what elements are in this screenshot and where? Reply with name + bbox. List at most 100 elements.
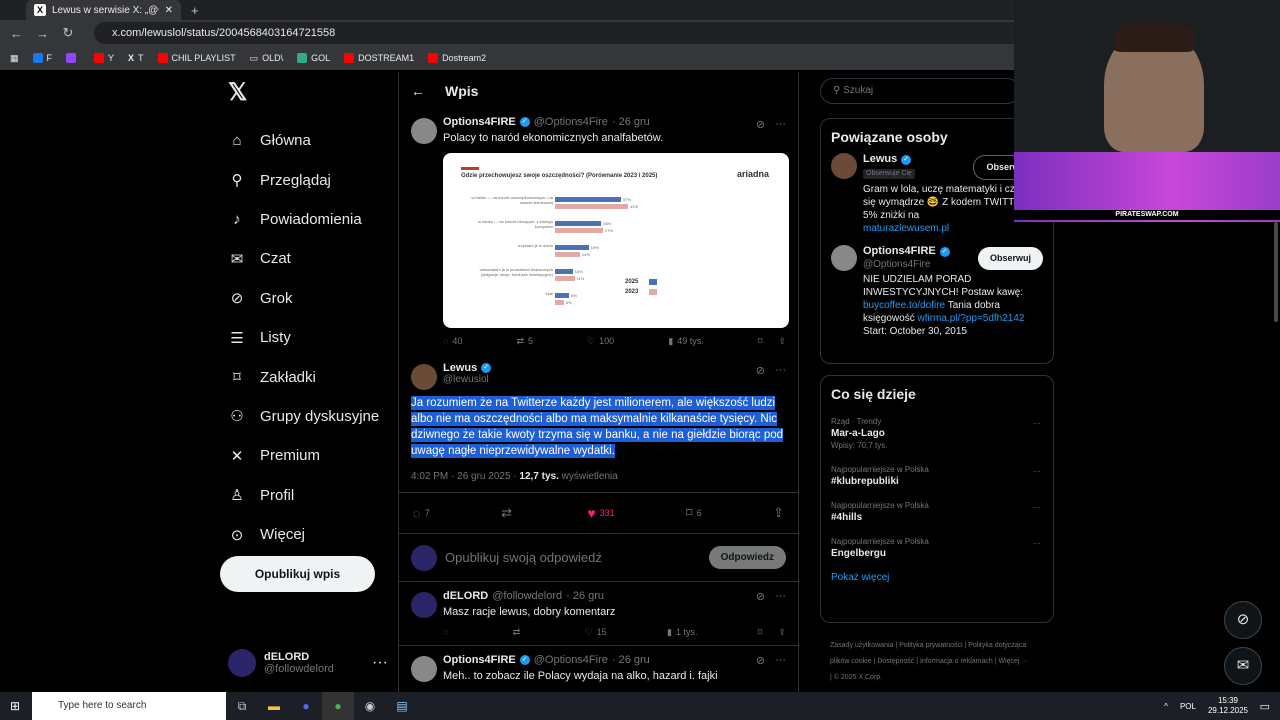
show-more-link[interactable]: Pokaż więcej [821, 566, 1053, 589]
notification-icon[interactable]: ▭ [1260, 700, 1270, 713]
more-dots-icon[interactable]: ··· [775, 118, 786, 131]
grok-icon[interactable]: ⊘ [756, 118, 765, 131]
tray-arrow-icon[interactable]: ^ [1164, 702, 1168, 711]
repost-button[interactable]: ⇄ [513, 627, 525, 638]
trend-item[interactable]: Najpopularniejsze w Polska #klubrepubliki… [821, 458, 1053, 494]
forward-icon[interactable]: → [36, 26, 49, 41]
trend-item[interactable]: Najpopularniejsze w Polska #4hills ··· [821, 494, 1053, 530]
bookmark-button[interactable]: ⌑ 6 [686, 505, 702, 521]
reply-button[interactable]: ◌ 7 [413, 506, 430, 521]
close-tab-icon[interactable]: ✕ [165, 5, 173, 16]
bookmark-f[interactable]: F [32, 53, 52, 63]
obs-icon[interactable]: ◉ [354, 692, 386, 720]
bookmark-dostream1[interactable]: DOSTREAM1 [344, 53, 414, 63]
wfirma-link[interactable]: wfirma.pl/?pp=5dfh2142 [917, 313, 1024, 324]
like-button[interactable]: ♡ 15 [585, 627, 607, 638]
bookmark-t[interactable]: XT [128, 53, 144, 63]
chart-category-label: trzymam je w domu [518, 243, 553, 248]
repost-button[interactable]: ⇄ 5 [516, 336, 533, 347]
chrome-icon[interactable]: ● [322, 692, 354, 720]
back-icon[interactable]: ← [10, 26, 23, 41]
post-button[interactable]: Opublikuj wpis [220, 556, 375, 592]
discord-icon[interactable]: ● [290, 692, 322, 720]
sidebar-item-4[interactable]: ⊘ Grok [218, 279, 396, 318]
grok-icon[interactable]: ⊘ [756, 364, 765, 377]
like-button[interactable]: ♥ 331 [587, 505, 614, 521]
file-explorer-icon[interactable]: ▬ [258, 692, 290, 720]
footer-links[interactable]: Zasady użytkowania | Polityka prywatnośc… [830, 638, 1030, 686]
related-person[interactable]: Options4FIRE ✓ @Options4Fire Obserwuj NIE… [821, 245, 1053, 348]
bookmark-button[interactable]: ⌑⇪ [758, 336, 786, 347]
reply-submit-button[interactable]: Odpowiedz [708, 546, 786, 569]
apps-icon[interactable]: ▦ [10, 53, 19, 64]
windows-start-icon[interactable]: ⊞ [10, 699, 20, 713]
sidebar-item-0[interactable]: ⌂ Główna [218, 121, 396, 160]
follow-button[interactable]: Obserwuj [977, 247, 1043, 270]
bookmark-button[interactable]: ⌑⇪ [758, 627, 786, 638]
scrollbar[interactable] [1272, 222, 1280, 692]
sidebar-item-6[interactable]: ⌑ Zakładki [218, 357, 396, 396]
grok-icon[interactable]: ⊘ [756, 590, 765, 603]
more-dots-icon[interactable]: ··· [775, 590, 786, 603]
reply-tweet[interactable]: ⊘ ··· Options4FIRE ✓ @Options4Fire · 26 gru Me… [399, 646, 798, 692]
reload-icon[interactable]: ↻ [62, 25, 74, 41]
bookmark-chil[interactable]: CHIL PLAYLIST [157, 53, 236, 63]
bookmark-old[interactable]: ▭ OLD\ [250, 53, 284, 64]
notepad-icon[interactable]: ▤ [386, 692, 418, 720]
account-switcher[interactable]: dELORD @followdelord ··· [228, 646, 388, 680]
grok-fab-icon[interactable]: ⊘ [1224, 601, 1262, 639]
person-link[interactable]: maturazlewusem.pl [863, 222, 1043, 235]
tweet-image-chart[interactable]: Gdzie przechowujesz swoje oszczędności? … [443, 153, 789, 328]
person-icon: ♙ [230, 487, 244, 505]
sidebar-item-5[interactable]: ☰ Listy [218, 318, 396, 357]
messages-fab-icon[interactable]: ✉ [1224, 647, 1262, 685]
views-button[interactable]: ▮ 1 tys. [667, 627, 697, 638]
sidebar-item-8[interactable]: ✕ Premium [218, 436, 396, 475]
share-icon[interactable]: ⇪ [778, 627, 786, 638]
bookmark-dostream2[interactable]: Dostream2 [428, 53, 486, 63]
reply-input[interactable]: Opublikuj swoją odpowiedź [445, 550, 701, 565]
quoted-tweet[interactable]: ⊘ ··· Options4FIRE ✓ @Options4Fire · 26 g… [399, 110, 798, 354]
share-button[interactable]: ⇪ [773, 505, 784, 521]
chart-bar-2025 [555, 197, 621, 202]
bookmark-gol[interactable]: GOL [297, 53, 330, 63]
share-icon[interactable]: ⇪ [778, 336, 786, 347]
sidebar-item-1[interactable]: ⚲ Przeglądaj [218, 160, 396, 199]
new-tab-icon[interactable]: + [191, 3, 199, 18]
browser-tab[interactable]: X Lewus w serwisie X: „@Options4... ✕ [26, 0, 181, 20]
more-dots-icon[interactable]: ··· [1033, 466, 1041, 478]
sidebar-item-9[interactable]: ♙ Profil [218, 476, 396, 515]
coffee-link[interactable]: buycoffee.to/dofire [863, 300, 945, 311]
more-dots-icon[interactable]: ··· [1033, 502, 1041, 514]
more-dots-icon[interactable]: ··· [775, 654, 786, 667]
x-logo-icon[interactable]: 𝕏 [228, 78, 396, 107]
sidebar-item-7[interactable]: ⚇ Grupy dyskusyjne [218, 397, 396, 436]
like-button[interactable]: ♡ 100 [587, 336, 614, 347]
grok-icon[interactable]: ⊘ [756, 654, 765, 667]
reply-tweet[interactable]: ⊘ ··· dELORD @followdelord · 26 gru Masz racj… [399, 582, 798, 646]
more-dots-icon[interactable]: ··· [775, 364, 786, 377]
trend-item[interactable]: Rząd · Trendy Mar-a-Lago Wpisy: 70,7 tys. ·… [821, 410, 1053, 458]
repost-button[interactable]: ⇄ [501, 505, 516, 521]
task-view-icon[interactable]: ⧉ [226, 692, 258, 720]
bookmark-twitch[interactable] [66, 53, 80, 63]
back-arrow-icon[interactable]: ← [411, 83, 425, 99]
clock[interactable]: 15:39 29.12.2025 [1208, 696, 1248, 716]
more-dots-icon[interactable]: ··· [1033, 418, 1041, 430]
taskbar-search[interactable]: Type here to search [32, 692, 226, 720]
more-dots-icon[interactable]: ··· [1033, 538, 1041, 550]
search-input[interactable]: ⚲ Szukaj [820, 78, 1020, 104]
trend-item[interactable]: Najpopularniejsze w Polska Engelbergu ··· [821, 530, 1053, 566]
sidebar-item-2[interactable]: ♪ Powiadomienia [218, 200, 396, 239]
url-bar[interactable]: x.com/lewuslol/status/200456840316472155… [94, 22, 1094, 44]
tweet-header: dELORD @followdelord · 26 gru [443, 590, 786, 602]
trend-context: Rząd · Trendy [831, 417, 882, 426]
sidebar-item-3[interactable]: ✉ Czat [218, 239, 396, 278]
sidebar-item-10[interactable]: ⊙ Więcej [218, 515, 396, 554]
reply-button[interactable]: ◌ 40 [443, 336, 462, 346]
more-dots-icon[interactable]: ··· [372, 654, 388, 672]
language-indicator[interactable]: POL [1180, 702, 1196, 711]
bookmark-y[interactable]: Y [94, 53, 114, 63]
reply-button[interactable]: ◌ [443, 627, 452, 637]
views-button[interactable]: ▮ 49 tys. [668, 336, 703, 347]
